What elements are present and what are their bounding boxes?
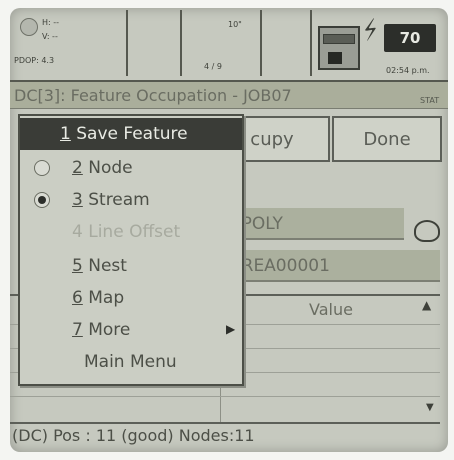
feature-popup-menu: 1 Save Feature 2 Node 3 Stream 4 Line Of… (18, 114, 244, 386)
title-bar: DC[3]: Feature Occupation - JOB07 STAT (10, 82, 448, 109)
feature-code-field[interactable]: APOLY (222, 208, 404, 240)
power-cell[interactable]: 70 02:54 p.m. (312, 10, 446, 76)
done-button-label: Done (363, 128, 411, 150)
vrms-readout: V: -- (42, 32, 58, 41)
menu-item-main-menu[interactable]: Main Menu (20, 346, 242, 378)
position-status: (DC) Pos : 11 (good) Nodes:11 (12, 426, 255, 445)
radio-cell[interactable]: ⚡ 10" 4 / 9 (182, 10, 385, 76)
status-bar: H: -- V: -- PDOP: 4.3 ⚡ 10" 4 / 9 70 02:… (10, 8, 448, 82)
value-column-header[interactable]: Value (222, 296, 440, 324)
submenu-arrow-icon: ▶ (226, 322, 236, 336)
title-status: STAT (420, 96, 440, 105)
hrms-readout: H: -- (42, 18, 60, 27)
menu-item-node[interactable]: 2 Node (20, 152, 242, 184)
done-button[interactable]: Done (332, 116, 442, 162)
radio-selected-icon (34, 192, 50, 208)
device-screen: H: -- V: -- PDOP: 4.3 ⚡ 10" 4 / 9 70 02:… (10, 8, 448, 452)
radio-value: 10" (228, 20, 242, 29)
menu-item-stream[interactable]: 3 Stream (20, 184, 242, 216)
menu-item-more[interactable]: 7 More ▶ (20, 314, 242, 346)
pdop-readout: PDOP: 4.3 (14, 56, 55, 65)
feature-name-value: AREA00001 (230, 256, 330, 276)
empty-status-cell-2 (262, 10, 312, 76)
menu-item-line-offset: 4 Line Offset (72, 222, 181, 242)
battery-percent: 70 (384, 24, 436, 52)
table-row[interactable] (10, 396, 440, 397)
menu-item-map[interactable]: 6 Map (20, 282, 242, 314)
page-title: DC[3]: Feature Occupation - JOB07 (14, 86, 292, 105)
sort-arrow-icon[interactable]: ▲ (422, 298, 431, 312)
clock: 02:54 p.m. (386, 66, 430, 75)
menu-item-nest[interactable]: 5 Nest (20, 250, 242, 282)
feature-name-field[interactable]: AREA00001 (222, 250, 440, 282)
radio-unselected-icon (34, 160, 50, 176)
area-shape-icon[interactable] (414, 220, 440, 242)
menu-item-save-feature[interactable]: 1 Save Feature (20, 118, 242, 150)
battery-icon (318, 26, 360, 70)
gps-cell[interactable]: H: -- V: -- PDOP: 4.3 (10, 10, 128, 76)
empty-status-cell (128, 10, 182, 76)
gps-status-icon (20, 18, 38, 36)
scroll-down-icon[interactable]: ▼ (426, 402, 434, 413)
satellite-count: 4 / 9 (204, 62, 222, 71)
